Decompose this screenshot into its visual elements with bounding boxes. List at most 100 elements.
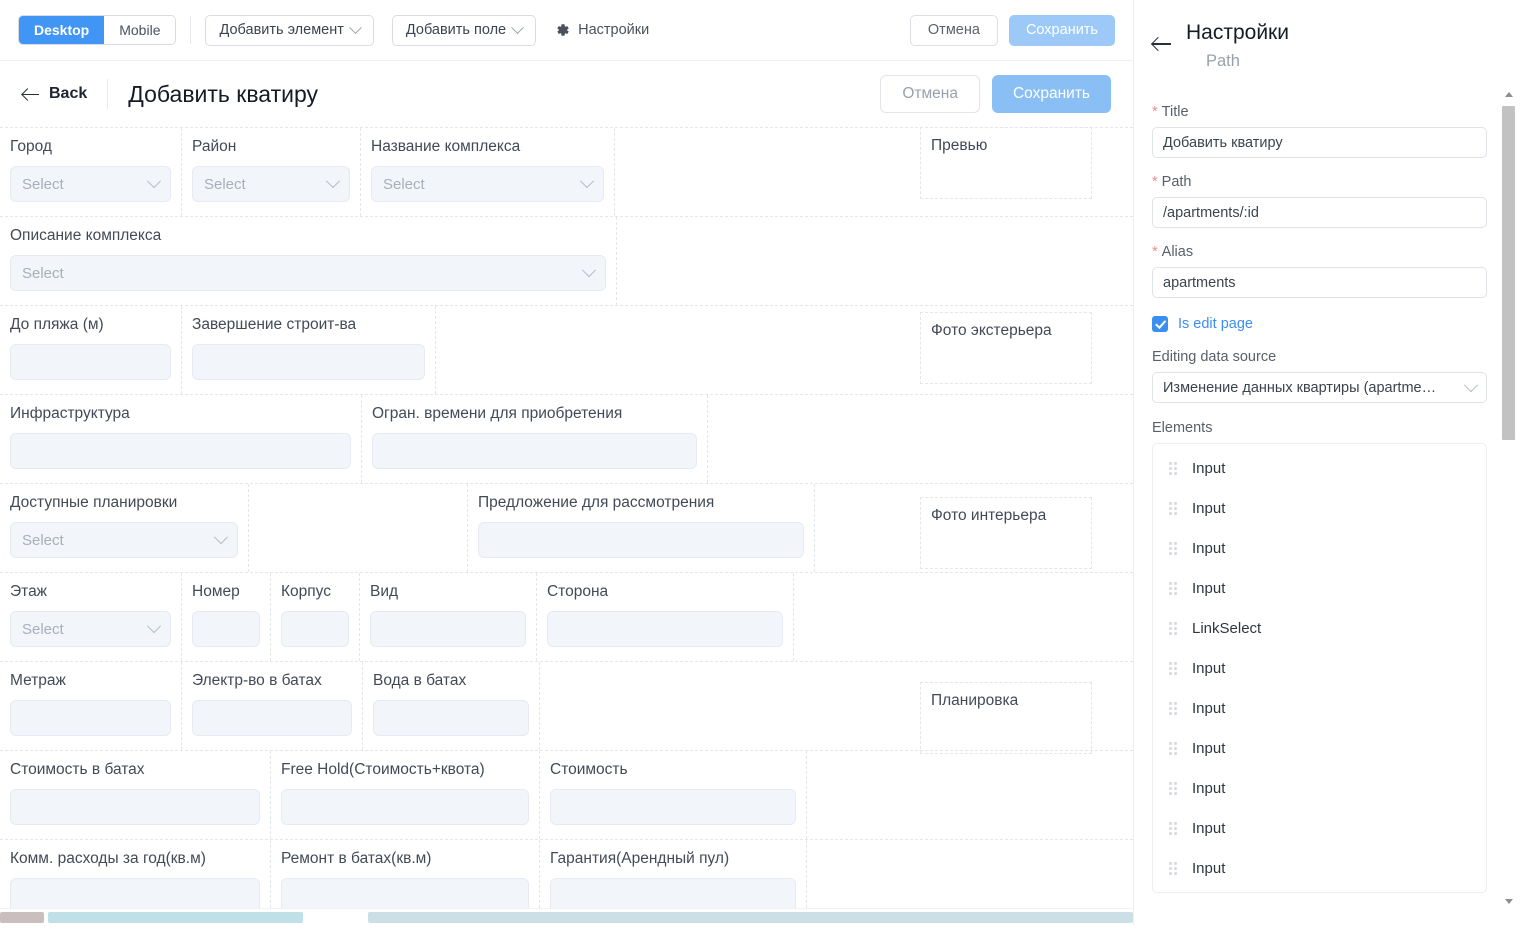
form-field[interactable]: Инфраструктура xyxy=(0,395,362,483)
form-field[interactable]: Стоимость в батах xyxy=(0,751,271,839)
form-field-select[interactable]: Select xyxy=(10,522,238,558)
form-field-input[interactable] xyxy=(10,700,171,736)
form-field[interactable]: Описание комплекса Select xyxy=(0,217,617,305)
scroll-up-arrow-icon[interactable] xyxy=(1504,92,1513,97)
element-list-item[interactable]: Input xyxy=(1153,528,1486,568)
form-field-select[interactable]: Select xyxy=(371,166,604,202)
drag-handle-icon[interactable] xyxy=(1169,621,1178,635)
form-field-select[interactable]: Select xyxy=(10,166,171,202)
form-field[interactable]: Завершение строит-ва xyxy=(181,306,436,394)
form-field-select[interactable]: Select xyxy=(10,255,606,291)
scrollbar-thumb[interactable] xyxy=(48,912,303,923)
drag-handle-icon[interactable] xyxy=(1169,861,1178,875)
element-list-item[interactable]: Input xyxy=(1153,448,1486,488)
form-field[interactable]: Номер xyxy=(181,573,271,661)
media-field[interactable]: Фото интерьера xyxy=(920,497,1092,569)
toolbar-cancel-button[interactable]: Отмена xyxy=(909,14,998,46)
form-field-input[interactable] xyxy=(192,611,260,647)
drag-handle-icon[interactable] xyxy=(1169,661,1178,675)
form-field-input[interactable] xyxy=(370,611,526,647)
form-field-input[interactable] xyxy=(10,344,171,380)
settings-panel: Настройки Path * Title Добавить кватиру *… xyxy=(1133,0,1523,925)
is-edit-page-checkbox-row[interactable]: Is edit page xyxy=(1152,316,1487,332)
checkbox-checked-icon[interactable] xyxy=(1152,316,1168,332)
form-field[interactable]: Вид xyxy=(359,573,537,661)
media-field[interactable]: Планировка xyxy=(920,682,1092,754)
element-list-item[interactable]: Input xyxy=(1153,848,1486,888)
form-field-label: Город xyxy=(10,138,52,155)
form-field-input[interactable] xyxy=(281,789,529,825)
form-field-input[interactable] xyxy=(372,433,697,469)
page-canvas: Back Добавить кватиру Отмена Сохранить Г… xyxy=(0,61,1133,925)
drag-handle-icon[interactable] xyxy=(1169,541,1178,555)
drag-handle-icon[interactable] xyxy=(1169,461,1178,475)
form-field-input[interactable] xyxy=(373,700,529,736)
element-list-item[interactable]: LinkSelect xyxy=(1153,608,1486,648)
alias-input[interactable]: apartments xyxy=(1152,267,1487,298)
panel-scrollbar-thumb[interactable] xyxy=(1502,106,1515,440)
element-list-item[interactable]: Input xyxy=(1153,728,1486,768)
device-toggle[interactable]: Desktop Mobile xyxy=(18,15,177,45)
panel-scrollbar[interactable] xyxy=(1502,88,1515,908)
element-list-item[interactable]: Input xyxy=(1153,488,1486,528)
element-list-item-label: LinkSelect xyxy=(1192,619,1262,637)
form-field-input[interactable] xyxy=(10,433,351,469)
title-input[interactable]: Добавить кватиру xyxy=(1152,127,1487,158)
drag-handle-icon[interactable] xyxy=(1169,781,1178,795)
form-field-label: Описание комплекса xyxy=(10,227,162,244)
element-list-item[interactable]: Input xyxy=(1153,568,1486,608)
settings-button[interactable]: Настройки xyxy=(554,22,649,38)
horizontal-scrollbar[interactable] xyxy=(0,908,1133,925)
form-field-select[interactable]: Select xyxy=(10,611,171,647)
add-field-button[interactable]: Добавить поле xyxy=(391,14,537,46)
form-field[interactable]: Free Hold(Стоимость+квота) xyxy=(270,751,540,839)
scroll-down-arrow-icon[interactable] xyxy=(1504,899,1513,904)
drag-handle-icon[interactable] xyxy=(1169,701,1178,715)
element-list-item[interactable]: Input xyxy=(1153,648,1486,688)
form-field[interactable]: Вода в батах xyxy=(362,662,540,750)
drag-handle-icon[interactable] xyxy=(1169,501,1178,515)
form-field[interactable]: Сторона xyxy=(536,573,794,661)
form-field[interactable]: Огран. времени для приобретения xyxy=(361,395,708,483)
form-field[interactable]: Район Select xyxy=(181,128,361,216)
form-field-input[interactable] xyxy=(192,344,425,380)
device-mobile-button[interactable]: Mobile xyxy=(104,16,176,44)
form-field[interactable]: Предложение для рассмотрения xyxy=(467,484,815,572)
scrollbar-thumb-secondary[interactable] xyxy=(368,912,1133,923)
add-element-button[interactable]: Добавить элемент xyxy=(205,14,374,46)
drag-handle-icon[interactable] xyxy=(1169,581,1178,595)
path-input[interactable]: /apartments/:id xyxy=(1152,197,1487,228)
editing-data-source-select[interactable]: Изменение данных квартиры (apartme… xyxy=(1152,372,1487,403)
toolbar-save-button[interactable]: Сохранить xyxy=(1008,14,1115,46)
page-save-button[interactable]: Сохранить xyxy=(991,75,1111,113)
form-field-input[interactable] xyxy=(478,522,804,558)
form-field[interactable]: Электр-во в батах xyxy=(181,662,363,750)
form-field-input[interactable] xyxy=(10,789,260,825)
scrollbar-track-left[interactable] xyxy=(0,912,44,923)
element-list-item[interactable]: Input xyxy=(1153,768,1486,808)
form-field[interactable]: Город Select xyxy=(0,128,182,216)
drag-handle-icon[interactable] xyxy=(1169,821,1178,835)
panel-back-icon[interactable] xyxy=(1152,34,1172,54)
form-field-input[interactable] xyxy=(192,700,352,736)
page-cancel-button[interactable]: Отмена xyxy=(880,75,980,113)
element-list-item[interactable]: Input xyxy=(1153,688,1486,728)
form-field[interactable]: До пляжа (м) xyxy=(0,306,182,394)
media-field[interactable]: Фото экстерьера xyxy=(920,312,1092,384)
form-field[interactable]: Этаж Select xyxy=(0,573,182,661)
form-field[interactable]: Название комплекса Select xyxy=(360,128,615,216)
back-button[interactable]: Back xyxy=(22,85,87,103)
form-field-select[interactable]: Select xyxy=(192,166,350,202)
form-field[interactable]: Метраж xyxy=(0,662,182,750)
device-desktop-button[interactable]: Desktop xyxy=(19,16,105,44)
form-field[interactable]: Стоимость xyxy=(539,751,807,839)
form-field[interactable]: Корпус xyxy=(270,573,360,661)
form-field-input[interactable] xyxy=(547,611,783,647)
form-field-input[interactable] xyxy=(281,611,349,647)
element-list-item[interactable]: Input xyxy=(1153,808,1486,848)
drag-handle-icon[interactable] xyxy=(1169,741,1178,755)
form-field[interactable]: Доступные планировки Select xyxy=(0,484,249,572)
media-field[interactable]: Превью xyxy=(920,127,1092,199)
media-field-label: Фото интерьера xyxy=(931,507,1047,524)
form-field-input[interactable] xyxy=(550,789,796,825)
